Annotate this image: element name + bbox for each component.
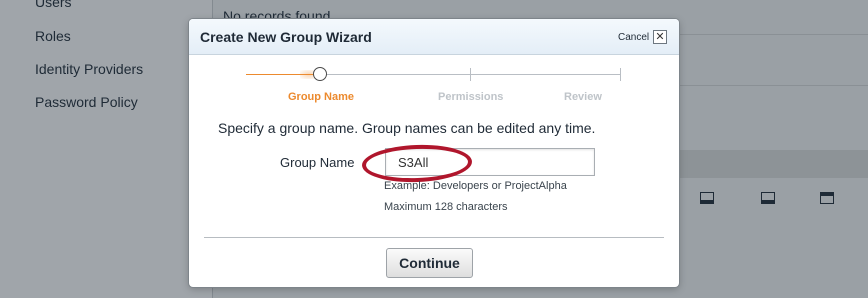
sidebar-item-users[interactable]: Users [35, 0, 72, 10]
intro-text: Specify a group name. Group names can be… [218, 120, 596, 136]
screen: Users Roles Identity Providers Password … [0, 0, 868, 298]
sidebar-item-password-policy[interactable]: Password Policy [35, 94, 138, 110]
group-name-label: Group Name [280, 155, 355, 170]
dock-bottom-icon[interactable] [700, 192, 714, 204]
dock-top-icon[interactable] [820, 192, 834, 204]
step-marker-permissions [470, 68, 471, 81]
step-label-group-name: Group Name [288, 91, 355, 103]
wizard-progress: Group Name Permissions Review [189, 59, 679, 109]
dialog-header: Create New Group Wizard Cancel ✕ [189, 19, 679, 55]
create-group-wizard-dialog: Create New Group Wizard Cancel ✕ Group N… [189, 19, 679, 287]
step-marker-review [620, 68, 621, 81]
continue-button[interactable]: Continue [386, 248, 473, 278]
footer-divider [204, 237, 664, 238]
dock-split-icon[interactable] [761, 192, 775, 204]
group-name-example: Example: Developers or ProjectAlpha [384, 180, 567, 192]
step-label-permissions: Permissions [438, 91, 504, 103]
dialog-title: Create New Group Wizard [200, 29, 372, 45]
close-icon[interactable]: ✕ [653, 30, 667, 44]
group-name-limit: Maximum 128 characters [384, 201, 508, 213]
cancel-link[interactable]: Cancel [618, 32, 649, 43]
group-name-input[interactable] [385, 148, 595, 176]
table-header-band [679, 150, 868, 178]
sidebar-item-identity-providers[interactable]: Identity Providers [35, 61, 143, 77]
panel-divider [679, 85, 868, 86]
sidebar-item-roles[interactable]: Roles [35, 28, 71, 44]
progress-complete [246, 74, 314, 75]
sidebar: Users Roles Identity Providers Password … [0, 0, 212, 298]
current-step-indicator [313, 67, 327, 81]
step-label-review: Review [564, 91, 602, 103]
